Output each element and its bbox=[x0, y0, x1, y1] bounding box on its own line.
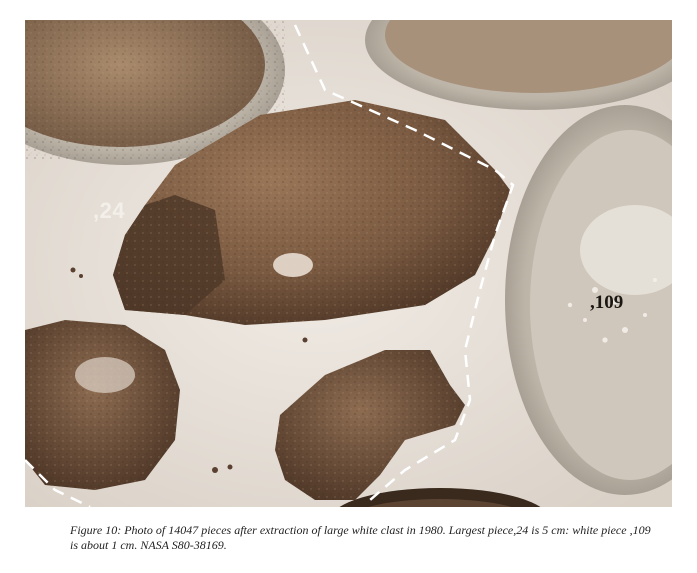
piece-label-109: ,109 bbox=[590, 292, 624, 313]
piece-label-24: ,24 bbox=[93, 198, 126, 223]
specimen-photo: ,24 ,109 bbox=[25, 20, 672, 507]
figure-caption: Figure 10: Photo of 14047 pieces after e… bbox=[70, 523, 651, 552]
